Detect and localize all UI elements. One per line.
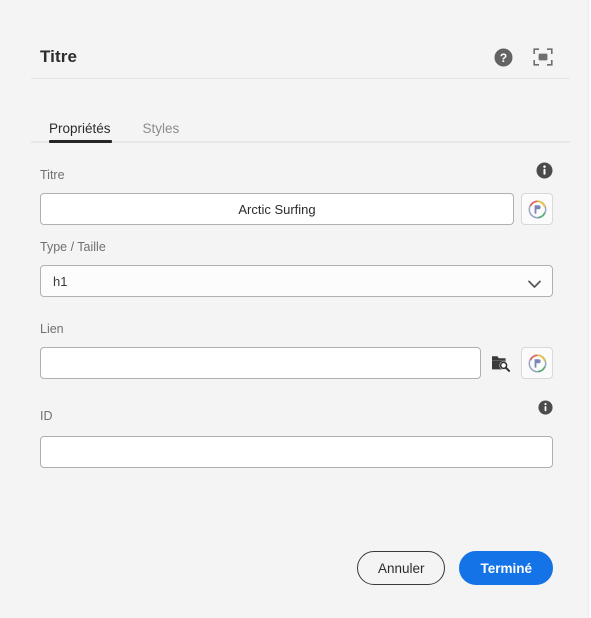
dialog-footer: Annuler Terminé <box>40 551 553 585</box>
fullscreen-icon[interactable] <box>533 48 553 66</box>
info-icon[interactable] <box>538 400 553 420</box>
done-button[interactable]: Terminé <box>459 551 553 585</box>
info-icon[interactable] <box>536 162 553 184</box>
field-id: ID <box>40 400 553 479</box>
field-lien: Lien <box>40 322 553 409</box>
field-type-taille: Type / Taille h1 <box>40 240 553 322</box>
field-id-row <box>40 436 553 468</box>
field-lien-row <box>40 347 553 379</box>
cancel-button[interactable]: Annuler <box>356 551 446 585</box>
type-taille-value: h1 <box>53 273 68 289</box>
field-titre: Titre <box>40 162 553 240</box>
svg-text:?: ? <box>500 50 507 64</box>
header-actions: ? <box>494 48 553 67</box>
page-title: Titre <box>40 47 78 66</box>
field-id-label: ID <box>40 409 53 423</box>
header-divider <box>31 78 570 79</box>
folder-search-icon[interactable] <box>488 348 514 378</box>
link-input[interactable] <box>40 347 481 379</box>
field-type-taille-label: Type / Taille <box>40 240 106 254</box>
tab-styles[interactable]: Styles <box>143 121 180 136</box>
id-input[interactable] <box>40 436 553 468</box>
field-titre-row <box>40 193 553 225</box>
type-taille-select[interactable]: h1 <box>40 265 553 297</box>
type-taille-select-box[interactable]: h1 <box>40 265 553 297</box>
help-circle-icon[interactable]: ? <box>494 48 513 67</box>
ai-assistant-icon[interactable] <box>521 347 553 379</box>
properties-form: Titre Arctic Surfing Type / Taille h1 Li… <box>40 162 553 479</box>
dialog-page: Titre ? Propriétés Styles Titre Arctic S… <box>0 0 591 618</box>
tab-bar: Propriétés Styles <box>49 106 179 136</box>
properties-dialog: Titre ? Propriétés Styles Titre Arctic S… <box>0 0 589 618</box>
dialog-header: Titre ? <box>40 36 553 78</box>
tab-active-indicator <box>49 140 112 143</box>
tab-proprietes[interactable]: Propriétés <box>49 121 111 136</box>
field-titre-label: Titre <box>40 168 65 182</box>
field-lien-label: Lien <box>40 322 64 336</box>
ai-assistant-icon[interactable] <box>521 193 553 225</box>
title-input[interactable] <box>40 193 514 225</box>
